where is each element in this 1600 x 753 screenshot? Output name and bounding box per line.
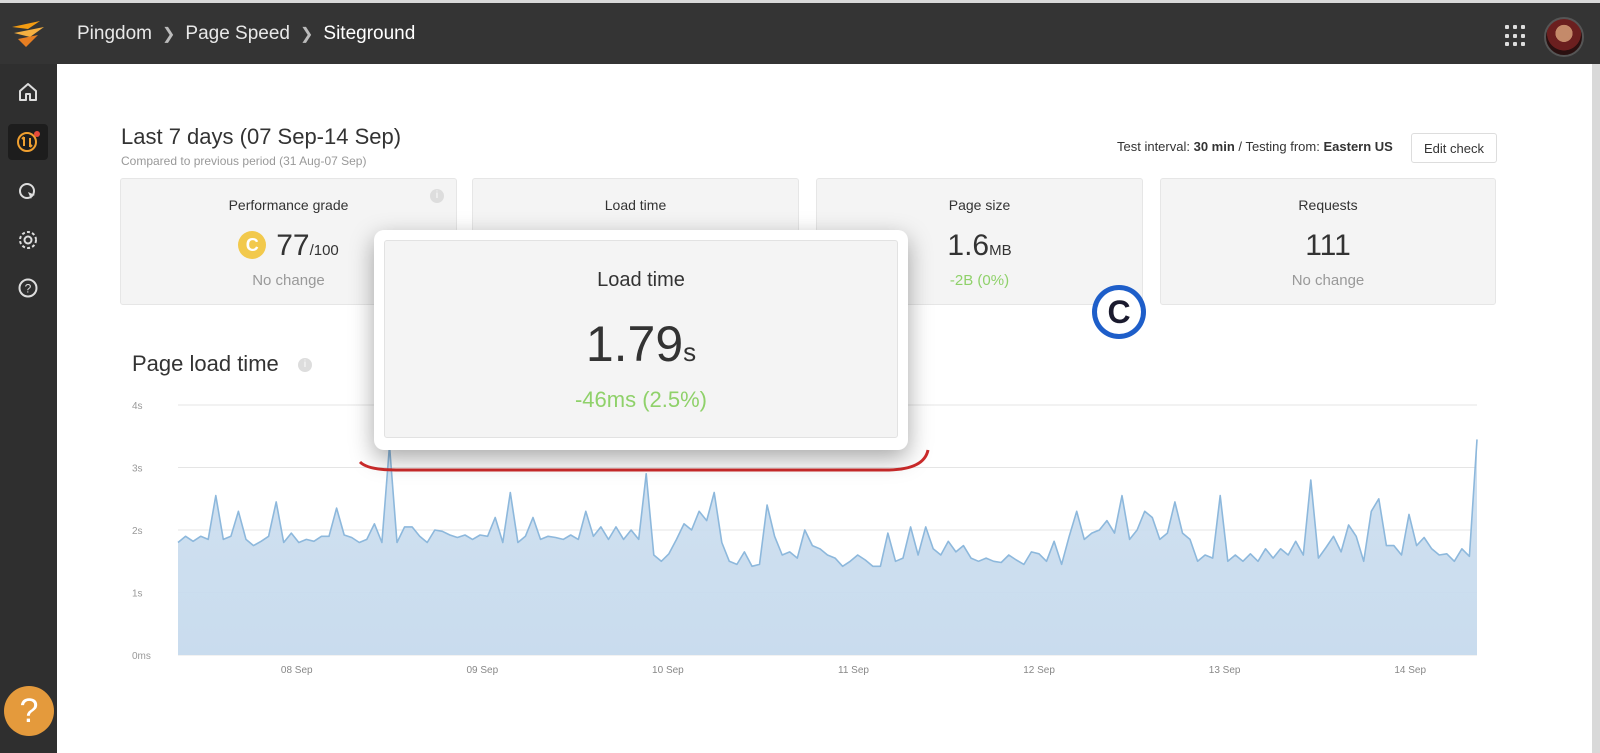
popup-value: 1.79s <box>385 315 897 373</box>
size-unit: MB <box>989 242 1012 259</box>
grade-badge: C <box>238 231 267 259</box>
card-label: Requests <box>1298 197 1358 213</box>
settings-icon[interactable] <box>14 226 42 254</box>
card-change: No change <box>1291 272 1365 289</box>
size-value: 1.6 <box>947 229 990 262</box>
pointer-icon[interactable] <box>14 178 42 206</box>
y-tick-label: 4s <box>132 401 143 412</box>
chevron-right-icon: ❯ <box>162 26 176 43</box>
uptime-icon[interactable] <box>8 124 48 160</box>
y-tick-label: 2s <box>132 526 143 537</box>
test-info: Test interval: 30 min / Testing from: Ea… <box>1117 139 1393 154</box>
popup-card: Load time 1.79s -46ms (2.5%) <box>384 240 898 438</box>
requests-card: Requests 111 No change <box>1160 178 1496 305</box>
separator: / <box>1238 139 1243 154</box>
x-tick-label: 11 Sep <box>838 665 869 676</box>
load-time-popup: Load time 1.79s -46ms (2.5%) <box>374 230 908 450</box>
card-value: 111 <box>1305 229 1351 262</box>
interval-value: 30 min <box>1193 139 1235 154</box>
edit-check-button[interactable]: Edit check <box>1411 133 1497 163</box>
popup-number: 1.79 <box>585 316 684 372</box>
app-grid-icon[interactable] <box>1505 25 1527 47</box>
x-tick-label: 10 Sep <box>652 665 684 676</box>
y-tick-label: 0ms <box>132 651 151 662</box>
avatar[interactable] <box>1544 17 1584 57</box>
x-tick-label: 08 Sep <box>281 665 313 676</box>
popup-label: Load time <box>597 269 685 291</box>
period-title: Last 7 days (07 Sep-14 Sep) <box>121 124 402 149</box>
from-label: Testing from: <box>1245 139 1320 154</box>
x-tick-label: 12 Sep <box>1023 665 1055 676</box>
breadcrumb: Pingdom ❯ Page Speed ❯ Siteground <box>77 23 415 45</box>
x-tick-label: 09 Sep <box>466 665 498 676</box>
popup-unit: s <box>683 337 697 367</box>
c-logo-letter: C <box>1107 294 1131 330</box>
card-label: Load time <box>604 197 667 213</box>
chart-title: Page load time <box>132 351 279 376</box>
window: Pingdom ❯ Page Speed ❯ Siteground ? ? La… <box>0 0 1600 753</box>
period-subtitle: Compared to previous period (31 Aug-07 S… <box>121 154 367 168</box>
grade-unit: /100 <box>309 242 339 259</box>
x-tick-label: 13 Sep <box>1209 665 1241 676</box>
popup-change: -46ms (2.5%) <box>574 387 708 412</box>
help-chat-button[interactable]: ? <box>4 686 54 736</box>
chevron-right-icon: ❯ <box>300 26 314 43</box>
sidebar: ? <box>0 64 57 753</box>
card-label: Performance grade <box>228 197 349 213</box>
info-icon[interactable]: i <box>298 358 312 372</box>
c-logo-badge: C <box>1092 285 1146 339</box>
x-tick-label: 14 Sep <box>1394 665 1426 676</box>
breadcrumb-pingdom[interactable]: Pingdom <box>77 23 152 45</box>
grade-value: 77 <box>276 229 310 262</box>
interval-label: Test interval: <box>1117 139 1190 154</box>
y-tick-label: 1s <box>132 589 143 600</box>
card-label: Page size <box>948 197 1011 213</box>
y-tick-label: 3s <box>132 464 143 475</box>
breadcrumb-siteground: Siteground <box>323 23 416 44</box>
home-icon[interactable] <box>14 78 42 106</box>
from-value: Eastern US <box>1323 139 1393 154</box>
help-icon[interactable]: ? <box>14 274 42 302</box>
svg-text:?: ? <box>25 282 32 296</box>
breadcrumb-page-speed[interactable]: Page Speed <box>185 23 290 45</box>
top-bar: Pingdom ❯ Page Speed ❯ Siteground <box>0 3 1600 64</box>
solarwinds-logo-icon[interactable] <box>10 17 46 51</box>
